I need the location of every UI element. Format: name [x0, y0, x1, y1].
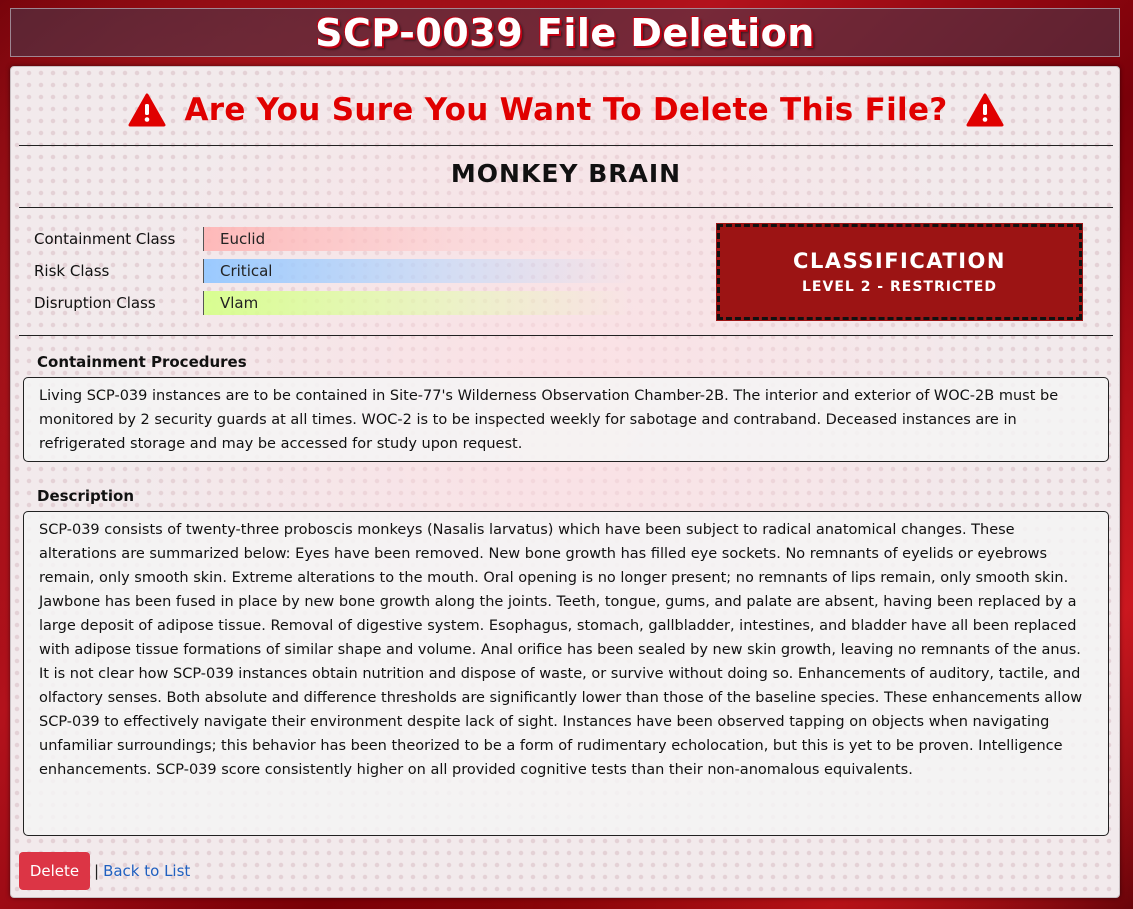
procedures-label: Containment Procedures — [37, 353, 247, 371]
action-separator: | — [94, 862, 100, 880]
risk-class-row: Risk Class Critical — [34, 255, 654, 287]
form-actions: Delete | Back to List — [19, 852, 190, 890]
warning-icon — [128, 93, 166, 127]
back-to-list-link[interactable]: Back to List — [103, 862, 190, 880]
containment-class-label: Containment Class — [34, 230, 176, 248]
class-table: Containment Class Euclid Risk Class Crit… — [34, 223, 654, 319]
divider — [19, 335, 1113, 336]
containment-class-row: Containment Class Euclid — [34, 223, 654, 255]
divider — [19, 145, 1113, 146]
classification-badge: CLASSIFICATION LEVEL 2 - RESTRICTED — [716, 223, 1083, 321]
containment-class-value: Euclid — [203, 227, 633, 251]
divider — [19, 207, 1113, 208]
confirm-title: Are You Sure You Want To Delete This Fil… — [184, 92, 948, 128]
procedures-text: Living SCP-039 instances are to be conta… — [23, 377, 1109, 462]
warning-icon — [966, 93, 1004, 127]
file-name: MONKEY BRAIN — [450, 159, 682, 188]
page-header: SCP-0039 File Deletion — [10, 8, 1120, 57]
disruption-class-label: Disruption Class — [34, 294, 156, 312]
risk-class-label: Risk Class — [34, 262, 110, 280]
disruption-class-row: Disruption Class Vlam — [34, 287, 654, 319]
confirm-heading: Are You Sure You Want To Delete This Fil… — [11, 85, 1121, 135]
risk-class-value: Critical — [203, 259, 633, 283]
delete-confirmation-panel: Are You Sure You Want To Delete This Fil… — [10, 66, 1120, 898]
description-label: Description — [37, 487, 135, 505]
classification-level: LEVEL 2 - RESTRICTED — [802, 279, 997, 295]
description-text: SCP-039 consists of twenty-three probosc… — [23, 511, 1109, 836]
disruption-class-value: Vlam — [203, 291, 633, 315]
classification-title: CLASSIFICATION — [793, 249, 1006, 273]
page-title: SCP-0039 File Deletion — [315, 10, 815, 55]
delete-button[interactable]: Delete — [19, 852, 90, 890]
